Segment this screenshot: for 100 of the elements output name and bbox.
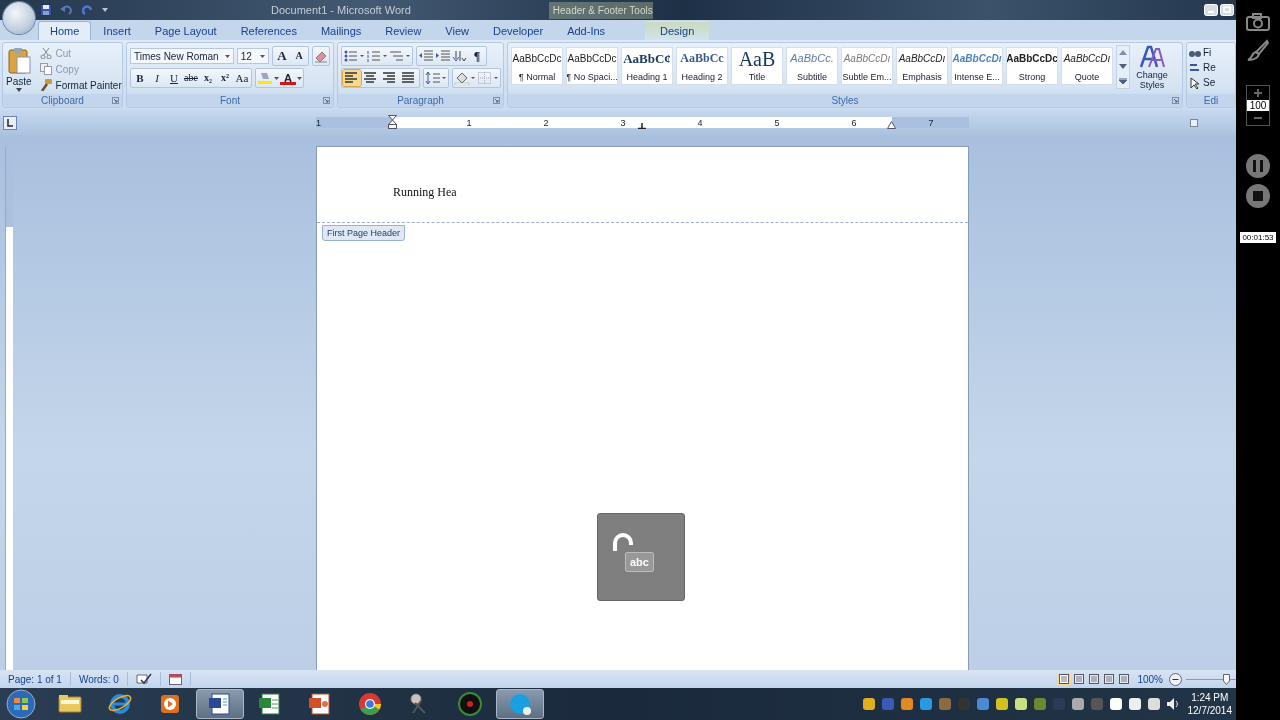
style-item[interactable]: AaB Title — [731, 47, 783, 85]
align-left-icon[interactable] — [343, 70, 361, 86]
stop-icon[interactable] — [1246, 184, 1270, 208]
font-name-field[interactable]: Times New Roman — [130, 48, 234, 64]
tray-icon[interactable] — [994, 697, 1009, 711]
print-layout-icon[interactable] — [1057, 673, 1072, 685]
scroll-down-icon[interactable] — [1119, 64, 1127, 69]
line-spacing-icon[interactable] — [425, 71, 447, 85]
ribbon-tab[interactable]: Insert — [91, 21, 143, 40]
scroll-up-icon[interactable] — [1119, 50, 1127, 56]
style-item[interactable]: AaBbCcDc ¶ Normal — [511, 47, 563, 85]
tray-icon[interactable] — [1127, 697, 1142, 711]
draft-icon[interactable] — [1117, 673, 1132, 685]
dialog-launcher-icon[interactable] — [323, 97, 330, 104]
shrink-font-button[interactable]: A — [291, 48, 307, 64]
reading-layout-icon[interactable] — [1072, 673, 1087, 685]
macro-icon[interactable] — [168, 673, 182, 685]
caret-icon[interactable] — [224, 54, 230, 58]
indent-marker-icon[interactable] — [388, 115, 397, 129]
word-count[interactable]: Words: 0 — [70, 672, 128, 686]
right-indent-icon[interactable] — [887, 121, 896, 129]
undo-icon[interactable] — [60, 4, 74, 16]
office-button[interactable] — [3, 2, 35, 34]
grow-font-button[interactable]: A — [274, 48, 290, 64]
caret-icon[interactable] — [102, 8, 108, 12]
shading-icon[interactable] — [454, 71, 476, 85]
format-button[interactable]: x² — [217, 70, 233, 86]
tray-icon[interactable] — [1146, 697, 1161, 711]
tray-icon[interactable] — [1108, 697, 1123, 711]
dialog-launcher-icon[interactable] — [112, 97, 119, 104]
slider-thumb-icon[interactable] — [1222, 674, 1230, 685]
caret-icon[interactable] — [297, 76, 302, 80]
format-button[interactable]: abe — [183, 70, 199, 86]
clock[interactable]: 1:24 PM 12/7/2014 — [1179, 691, 1236, 717]
zoom-value[interactable]: 100 — [1247, 100, 1269, 111]
taskbar-button[interactable] — [196, 689, 244, 719]
format-button[interactable]: B — [132, 70, 148, 86]
zoom-out-icon[interactable] — [1169, 672, 1182, 686]
editing-item[interactable]: Fi — [1189, 45, 1232, 60]
brush-icon[interactable] — [1247, 39, 1269, 61]
ribbon-tab[interactable]: Developer — [481, 21, 556, 40]
style-item[interactable]: AaBbCcDı Emphasis — [896, 47, 948, 85]
ribbon-tab[interactable]: View — [433, 21, 481, 40]
pause-icon[interactable] — [1246, 154, 1270, 178]
plus-icon[interactable] — [1253, 88, 1263, 98]
style-item[interactable]: AaBbC¢ Heading 1 — [621, 47, 673, 85]
ribbon-tab[interactable]: References — [228, 21, 309, 40]
more-icon[interactable] — [1119, 77, 1127, 84]
dialog-launcher-icon[interactable] — [1172, 97, 1179, 104]
format-button[interactable]: x₂ — [200, 70, 216, 86]
clipboard-item[interactable]: Format Painter — [39, 77, 122, 93]
view-ruler-icon[interactable] — [1190, 118, 1198, 127]
tab-selector-icon[interactable] — [3, 115, 17, 130]
tray-icon[interactable] — [1070, 697, 1085, 711]
ribbon-tab[interactable]: Add-Ins — [555, 21, 618, 40]
increase-indent-icon[interactable] — [435, 49, 451, 63]
gallery-scrollbar[interactable] — [1116, 45, 1130, 89]
proofing-icon[interactable] — [135, 673, 152, 685]
style-item[interactable]: AaBbCc Heading 2 — [676, 47, 728, 85]
paste-button[interactable]: Paste — [6, 45, 32, 94]
start-button[interactable] — [4, 689, 38, 719]
zoom-level[interactable]: 100% — [1131, 673, 1169, 685]
ribbon-tab[interactable]: Home — [38, 21, 92, 40]
dialog-launcher-icon[interactable] — [493, 97, 500, 104]
minimize-icon[interactable] — [1204, 4, 1218, 16]
caret-icon[interactable] — [274, 76, 279, 80]
format-button[interactable]: Aa — [234, 70, 250, 86]
change-styles-button[interactable]: Change Styles — [1132, 45, 1172, 94]
style-item[interactable]: AaBbCc. Subtitle — [786, 47, 838, 85]
eraser-icon[interactable] — [314, 49, 328, 63]
editing-item[interactable]: Se — [1189, 75, 1232, 90]
format-button[interactable]: U — [166, 70, 182, 86]
volume-icon[interactable] — [1165, 697, 1180, 711]
multilevel-list-icon[interactable] — [389, 49, 411, 63]
style-item[interactable]: AaBbCcDı Quote — [1061, 47, 1113, 85]
decrease-indent-icon[interactable] — [418, 49, 434, 63]
format-button[interactable]: I — [149, 70, 165, 86]
restore-icon[interactable] — [1220, 4, 1234, 16]
ribbon-tab[interactable]: Design — [645, 21, 710, 40]
save-icon[interactable] — [40, 4, 52, 16]
tray-icon[interactable] — [1013, 697, 1028, 711]
ribbon-tab[interactable]: Review — [373, 21, 434, 40]
style-item[interactable]: AaBbCcDc Strong — [1006, 47, 1058, 85]
zoom-slider[interactable] — [1186, 673, 1236, 685]
show-formatting-button[interactable]: ¶ — [469, 48, 485, 64]
caret-icon[interactable] — [260, 54, 265, 58]
outline-icon[interactable] — [1102, 673, 1117, 685]
font-size-field[interactable]: 12 — [236, 48, 269, 64]
style-item[interactable]: AaBbCcDı Intense E... — [951, 47, 1003, 85]
ribbon-tab[interactable]: Page Layout — [142, 21, 229, 40]
ribbon-tab[interactable]: Mailings — [308, 21, 374, 40]
page-count[interactable]: Page: 1 of 1 — [0, 672, 71, 686]
tab-stop-icon[interactable] — [638, 123, 646, 129]
editing-item[interactable]: Re — [1189, 60, 1232, 75]
style-item[interactable]: AaBbCcDc ¶ No Spaci... — [566, 47, 618, 85]
tray-icon[interactable] — [861, 697, 876, 711]
redo-icon[interactable] — [82, 4, 94, 16]
camera-icon[interactable] — [1246, 13, 1270, 31]
bullets-icon[interactable] — [343, 49, 365, 63]
style-item[interactable]: AaBbCcDı Subtle Em... — [841, 47, 893, 85]
